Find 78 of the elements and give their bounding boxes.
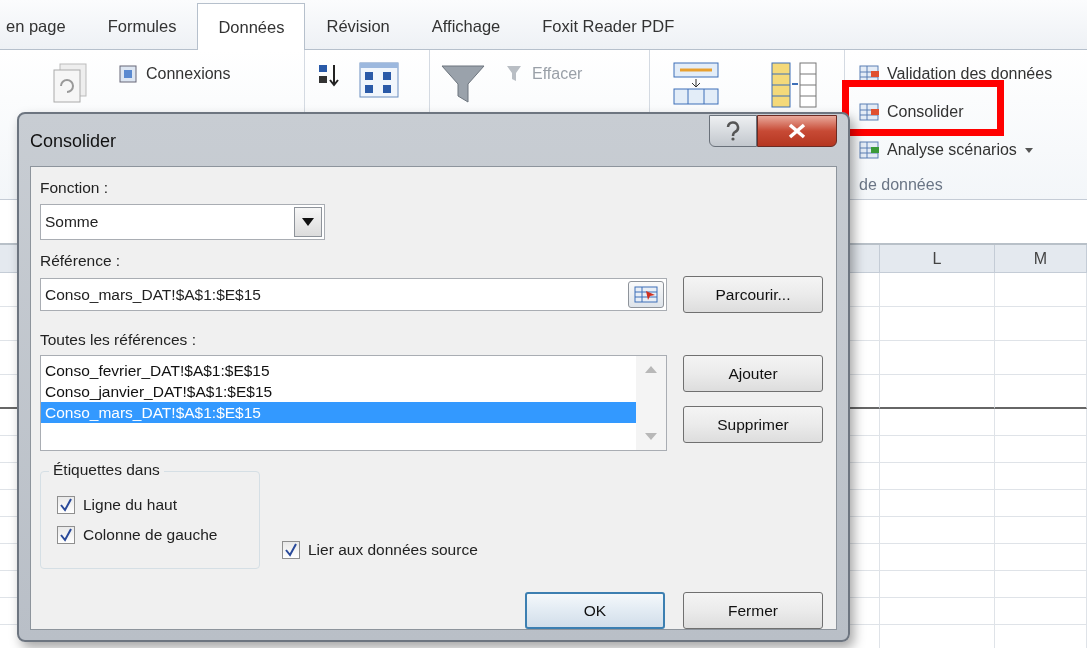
ribbon-command[interactable]: Connexions xyxy=(146,62,231,86)
filter-icon xyxy=(440,62,486,106)
sheet-cell[interactable] xyxy=(880,544,995,571)
ribbon-tab[interactable]: Révision xyxy=(305,3,411,49)
sheet-cell[interactable] xyxy=(995,341,1087,375)
checkbox-label[interactable]: Lier aux données source xyxy=(308,541,478,559)
table-icon xyxy=(859,102,881,122)
column-header[interactable]: M xyxy=(995,245,1087,273)
table-icon xyxy=(859,140,881,160)
column-header[interactable]: L xyxy=(880,245,995,273)
checkbox[interactable] xyxy=(57,496,75,514)
sheet-cell[interactable] xyxy=(995,273,1087,307)
add-button[interactable]: Ajouter xyxy=(683,355,823,392)
help-icon xyxy=(724,121,742,141)
checkbox[interactable] xyxy=(282,541,300,559)
caret-icon xyxy=(1024,147,1033,153)
close-icon xyxy=(787,123,807,139)
sheet-cell[interactable] xyxy=(995,571,1087,598)
sheet-cell[interactable] xyxy=(995,375,1087,409)
range-picker-icon xyxy=(634,286,658,303)
ribbon-tab[interactable]: en page xyxy=(0,3,87,49)
scroll-up-icon xyxy=(645,366,657,373)
group-title: Étiquettes dans xyxy=(49,461,164,479)
sheet-cell[interactable] xyxy=(880,517,995,544)
help-button[interactable] xyxy=(709,115,757,147)
scroll-down-icon xyxy=(645,433,657,440)
sheet-cell[interactable] xyxy=(880,375,995,409)
sheet-cell[interactable] xyxy=(995,463,1087,490)
sort-icon xyxy=(317,62,341,88)
group-label: de données xyxy=(859,176,944,194)
connection-icon xyxy=(118,64,138,84)
ribbon-tab[interactable]: Données xyxy=(197,3,306,50)
ribbon-tab[interactable]: Formules xyxy=(86,3,198,49)
sheet-cell[interactable] xyxy=(995,598,1087,625)
sheet-cell[interactable] xyxy=(880,409,995,436)
ribbon-tab[interactable]: Foxit Reader PDF xyxy=(521,3,696,49)
delete-button[interactable]: Supprimer xyxy=(683,406,823,443)
range-picker-button[interactable] xyxy=(628,281,664,308)
checkbox-label[interactable]: Ligne du haut xyxy=(83,496,177,514)
sheet-cell[interactable] xyxy=(995,517,1087,544)
list-item[interactable]: Conso_fevrier_DAT!$A$1:$E$15 xyxy=(41,360,636,381)
sheet-cell[interactable] xyxy=(880,307,995,341)
sheet-cell[interactable] xyxy=(880,463,995,490)
dialog-title: Consolider xyxy=(30,130,117,152)
dropdown-arrow-icon xyxy=(302,218,314,226)
ribbon-command[interactable]: Analyse scénarios xyxy=(887,138,1033,162)
sheet-cell[interactable] xyxy=(880,598,995,625)
sheet-cell[interactable] xyxy=(880,341,995,375)
sheet-cell[interactable] xyxy=(880,571,995,598)
browse-button[interactable]: Parcourir... xyxy=(683,276,823,313)
close-dialog-button[interactable]: Fermer xyxy=(683,592,823,629)
scrollbar[interactable] xyxy=(636,356,666,450)
sheet-cell[interactable] xyxy=(995,307,1087,341)
field-label: Toutes les références : xyxy=(40,331,197,350)
refresh-icon xyxy=(50,62,90,106)
sheet-cell[interactable] xyxy=(880,490,995,517)
sheet-cell[interactable] xyxy=(995,490,1087,517)
ribbon-tab[interactable]: Affichage xyxy=(410,3,522,49)
checkbox[interactable] xyxy=(57,526,75,544)
reference-field[interactable]: Conso_mars_DAT!$A$1:$E$15 xyxy=(40,278,667,311)
field-label: Référence : xyxy=(40,252,122,271)
ok-button[interactable]: OK xyxy=(525,592,665,629)
sheet-cell[interactable] xyxy=(995,436,1087,463)
sheet-cell[interactable] xyxy=(995,544,1087,571)
references-list[interactable]: Conso_fevrier_DAT!$A$1:$E$15 Conso_janvier_DAT!$A$1:$E$15 Conso_mars_DAT!$A$1:$E$15 xyxy=(40,355,667,451)
columns-icon xyxy=(770,62,818,108)
sheet-cell[interactable] xyxy=(880,436,995,463)
close-button[interactable] xyxy=(757,115,837,147)
list-item[interactable]: Conso_janvier_DAT!$A$1:$E$15 xyxy=(41,381,636,402)
field-label: Fonction : xyxy=(40,179,110,198)
sheet-cell[interactable] xyxy=(995,409,1087,436)
table-icon xyxy=(672,62,720,106)
ribbon-command[interactable]: Consolider xyxy=(887,100,964,124)
sheet-cell[interactable] xyxy=(880,273,995,307)
ribbon-command[interactable]: Validation des données xyxy=(887,62,1053,86)
checkbox-label[interactable]: Colonne de gauche xyxy=(83,526,218,544)
function-dropdown[interactable]: Somme xyxy=(40,204,325,240)
sort-icon xyxy=(359,62,399,98)
